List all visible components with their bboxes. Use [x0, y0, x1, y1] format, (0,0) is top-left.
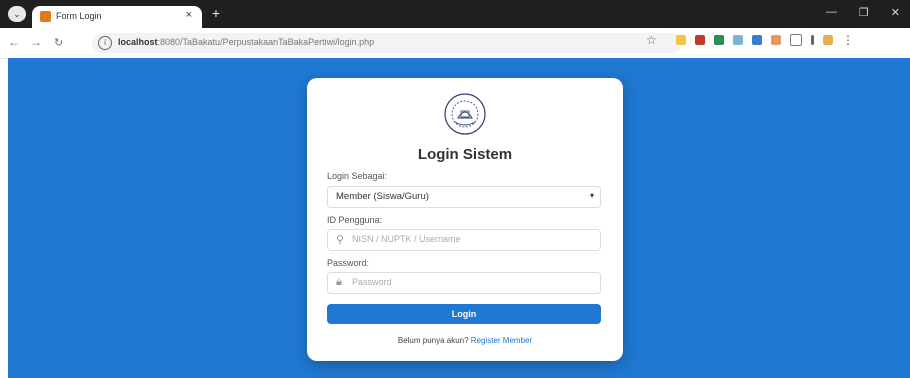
- extensions-bar: ⋮: [676, 34, 854, 46]
- extension-icon[interactable]: [676, 35, 686, 45]
- minimize-icon[interactable]: —: [826, 6, 837, 19]
- url-text: localhost:8080/TaBakatu/PerpustakaanTaBa…: [118, 37, 375, 47]
- login-card: Login Sistem Login Sebagai: Member (Sisw…: [307, 78, 623, 361]
- password-placeholder: Password: [352, 277, 392, 287]
- page-title: Login Sistem: [417, 146, 513, 163]
- close-window-icon[interactable]: ✕: [891, 6, 900, 19]
- window-controls: — ❐ ✕: [826, 6, 900, 19]
- role-label: Login Sebagai:: [327, 171, 388, 181]
- star-icon[interactable]: ☆: [646, 33, 657, 47]
- info-icon[interactable]: i: [98, 36, 112, 50]
- favicon-icon: [40, 11, 51, 22]
- register-prompt: Belum punya akun? Register Member: [307, 336, 623, 345]
- id-placeholder: NISN / NUPTK / Username: [352, 234, 461, 244]
- reload-icon[interactable]: ↻: [54, 36, 63, 49]
- address-bar[interactable]: i localhost:8080/TaBakatu/PerpustakaanTa…: [92, 33, 682, 53]
- browser-tab-strip: ⌄ Form Login × + — ❐ ✕: [0, 0, 910, 28]
- id-label: ID Pengguna:: [327, 215, 383, 225]
- password-input[interactable]: 🔒︎ Password: [327, 272, 601, 294]
- close-tab-icon[interactable]: ×: [186, 9, 192, 21]
- chevron-down-icon[interactable]: ⌄: [8, 6, 26, 22]
- register-link[interactable]: Register Member: [471, 336, 532, 345]
- school-logo: [444, 93, 486, 135]
- extension-icon[interactable]: [771, 35, 781, 45]
- browser-menu-icon[interactable]: ⋮: [842, 34, 854, 46]
- extension-icon[interactable]: [714, 35, 724, 45]
- role-select-value: Member (Siswa/Guru): [336, 191, 429, 202]
- restore-icon[interactable]: ❐: [859, 6, 869, 19]
- extension-icon[interactable]: [695, 35, 705, 45]
- login-button[interactable]: Login: [327, 304, 601, 324]
- register-prompt-text: Belum punya akun?: [397, 336, 469, 345]
- extension-icon[interactable]: [752, 35, 762, 45]
- extension-icon[interactable]: [733, 35, 743, 45]
- profile-avatar[interactable]: [823, 35, 833, 45]
- tab-title: Form Login: [56, 11, 102, 21]
- chevron-down-icon: ▾: [589, 191, 594, 200]
- user-icon: ⚲: [336, 234, 345, 246]
- id-input[interactable]: ⚲ NISN / NUPTK / Username: [327, 229, 601, 251]
- divider: [811, 35, 814, 45]
- back-arrow-icon[interactable]: ←: [8, 35, 20, 49]
- role-select[interactable]: Member (Siswa/Guru) ▾: [327, 186, 601, 208]
- browser-tab[interactable]: Form Login ×: [32, 6, 202, 28]
- password-label: Password:: [327, 258, 370, 268]
- new-tab-button[interactable]: +: [208, 5, 224, 21]
- forward-arrow-icon[interactable]: →: [30, 35, 42, 49]
- extensions-puzzle-icon[interactable]: [790, 34, 802, 46]
- lock-icon: 🔒︎: [336, 276, 342, 288]
